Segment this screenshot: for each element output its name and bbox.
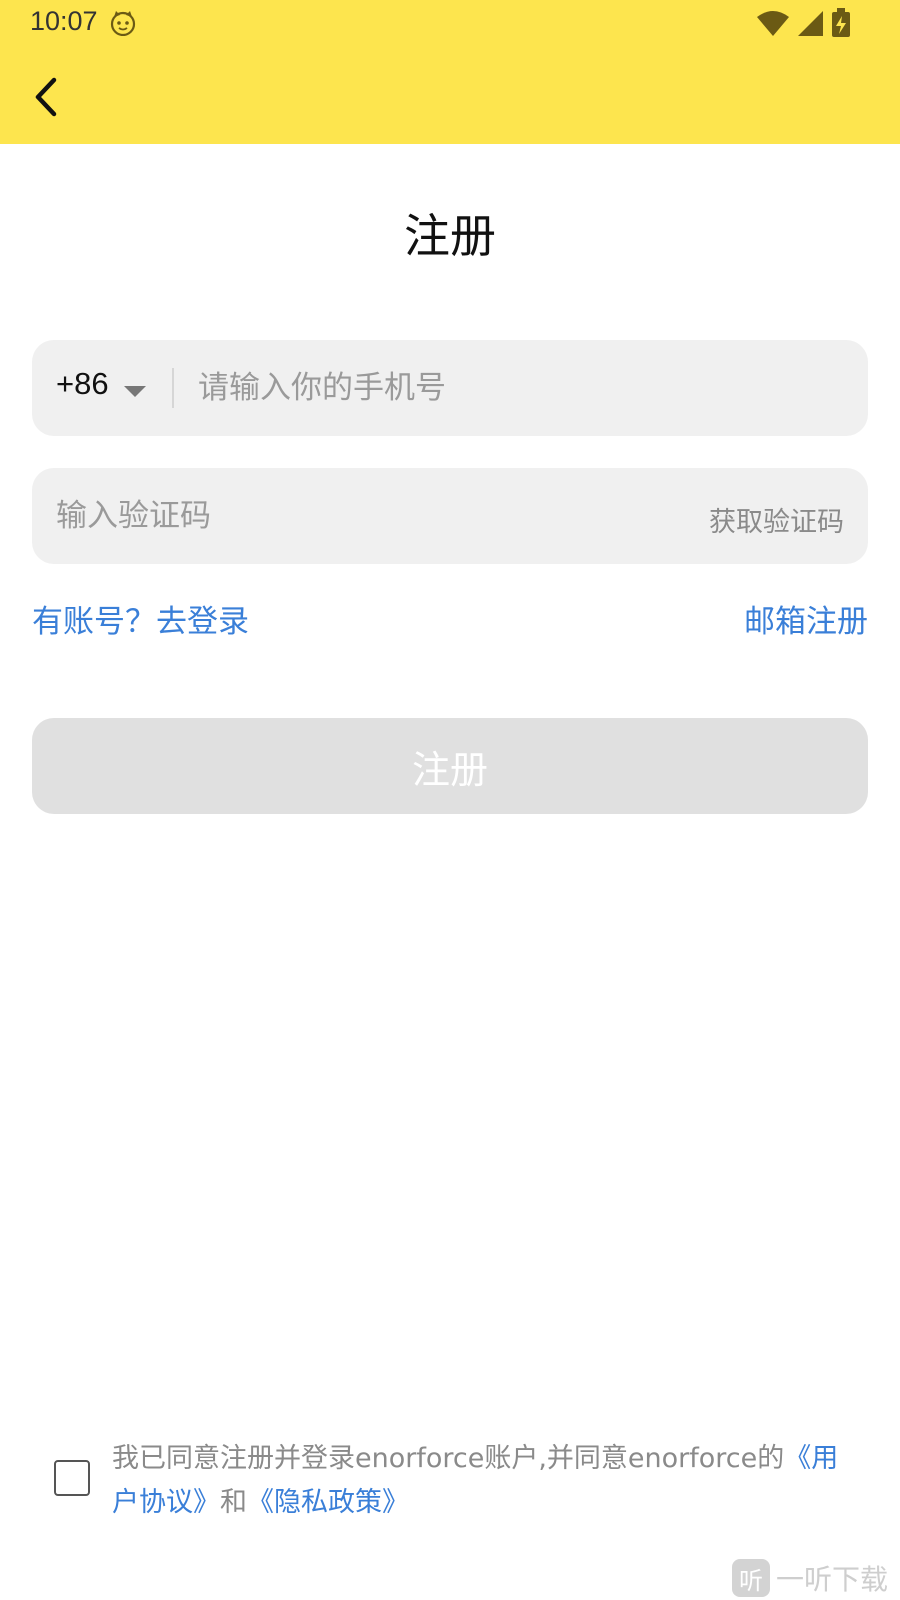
header-bar: 10:07: [0, 0, 900, 144]
privacy-policy-link[interactable]: 《隐私政策》: [247, 1487, 409, 1518]
agreement-text: 我已同意注册并登录enorforce账户,并同意enorforce的《用户协议》…: [112, 1437, 862, 1525]
country-code-selector[interactable]: +86: [56, 366, 109, 402]
status-time: 10:07: [30, 6, 98, 36]
verification-code-input[interactable]: [56, 468, 636, 564]
caret-down-icon[interactable]: [124, 386, 146, 398]
go-login-link[interactable]: 有账号？去登录: [32, 596, 249, 641]
code-field: 获取验证码: [32, 468, 868, 564]
watermark-text: 一听下载: [775, 1563, 888, 1596]
back-button[interactable]: [30, 74, 70, 120]
agreement-checkbox[interactable]: [54, 1460, 90, 1496]
signal-icon: [798, 11, 823, 36]
register-button[interactable]: 注册: [32, 718, 868, 814]
email-register-link[interactable]: 邮箱注册: [744, 596, 868, 641]
field-divider: [172, 368, 174, 408]
watermark-badge: 听: [731, 1559, 770, 1597]
agreement-and: 和: [220, 1487, 247, 1518]
watermark: 听 一听下载: [731, 1558, 888, 1598]
get-code-button[interactable]: 获取验证码: [709, 500, 844, 539]
agreement-statement: 我已同意注册并登录enorforce账户,并同意enorforce的: [112, 1443, 785, 1474]
phone-field: +86: [32, 340, 868, 436]
phone-input[interactable]: [198, 340, 838, 436]
cat-face-icon: [110, 11, 136, 36]
battery-charging-icon: [832, 8, 850, 37]
page-title: 注册: [404, 209, 496, 263]
wifi-icon: [757, 11, 789, 36]
